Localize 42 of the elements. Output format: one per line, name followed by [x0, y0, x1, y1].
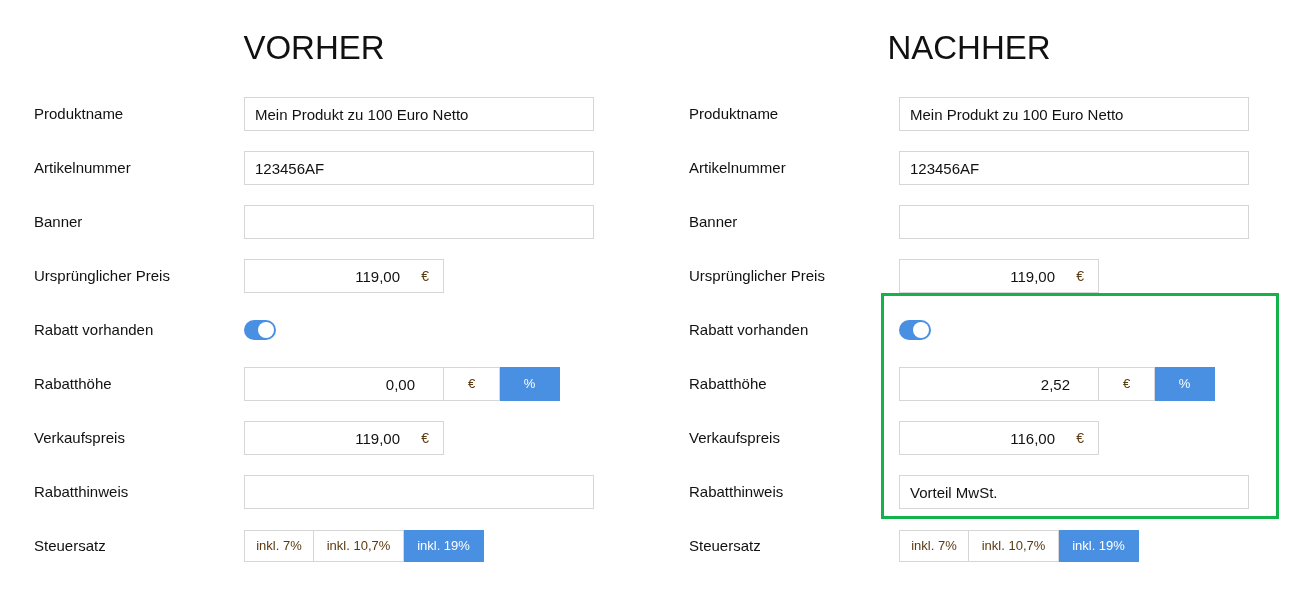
field-label: Rabatthinweis — [34, 481, 130, 502]
field-label: Ursprünglicher Preis — [34, 265, 171, 286]
text-input[interactable]: 123456AF — [899, 151, 1249, 185]
field-label: Ursprünglicher Preis — [689, 265, 826, 286]
field-label: Produktname — [689, 103, 780, 124]
discount-input[interactable]: 0,00 — [244, 367, 444, 401]
field-label: Rabatthöhe — [34, 373, 113, 394]
field-label: Verkaufspreis — [34, 427, 126, 448]
field-label: Artikelnummer — [689, 157, 787, 178]
field-label: Rabatthöhe — [689, 373, 768, 394]
currency-label: € — [421, 267, 429, 285]
currency-label: € — [1076, 267, 1084, 285]
tax-rate-option[interactable]: inkl. 7% — [244, 530, 314, 562]
text-input[interactable]: Vorteil MwSt. — [899, 475, 1249, 509]
text-input[interactable]: 123456AF — [244, 151, 594, 185]
unit-option[interactable]: € — [444, 367, 500, 401]
text-input[interactable]: Mein Produkt zu 100 Euro Netto — [899, 97, 1249, 131]
text-input[interactable] — [899, 205, 1249, 239]
field-label: Banner — [34, 211, 84, 232]
tax-rate-option[interactable]: inkl. 7% — [899, 530, 969, 562]
toggle-switch[interactable] — [244, 320, 276, 340]
text-input[interactable] — [244, 475, 594, 509]
unit-option[interactable]: € — [1099, 367, 1155, 401]
text-input[interactable]: Mein Produkt zu 100 Euro Netto — [244, 97, 594, 131]
tax-rate-option[interactable]: inkl. 10,7% — [969, 530, 1059, 562]
field-label: Rabatt vorhanden — [689, 319, 810, 340]
currency-label: € — [421, 429, 429, 447]
field-label: Rabatt vorhanden — [34, 319, 155, 340]
field-label: Steuersatz — [689, 535, 762, 556]
field-label: Produktname — [34, 103, 125, 124]
toggle-switch[interactable] — [899, 320, 931, 340]
discount-input[interactable]: 2,52 — [899, 367, 1099, 401]
field-label: Steuersatz — [34, 535, 107, 556]
field-label: Verkaufspreis — [689, 427, 781, 448]
text-input[interactable] — [244, 205, 594, 239]
currency-label: € — [1076, 429, 1084, 447]
panel-title: NACHHER — [886, 28, 1052, 68]
tax-rate-option[interactable]: inkl. 10,7% — [314, 530, 404, 562]
field-label: Artikelnummer — [34, 157, 132, 178]
field-label: Banner — [689, 211, 739, 232]
field-label: Rabatthinweis — [689, 481, 785, 502]
panel-title: VORHER — [242, 28, 386, 68]
